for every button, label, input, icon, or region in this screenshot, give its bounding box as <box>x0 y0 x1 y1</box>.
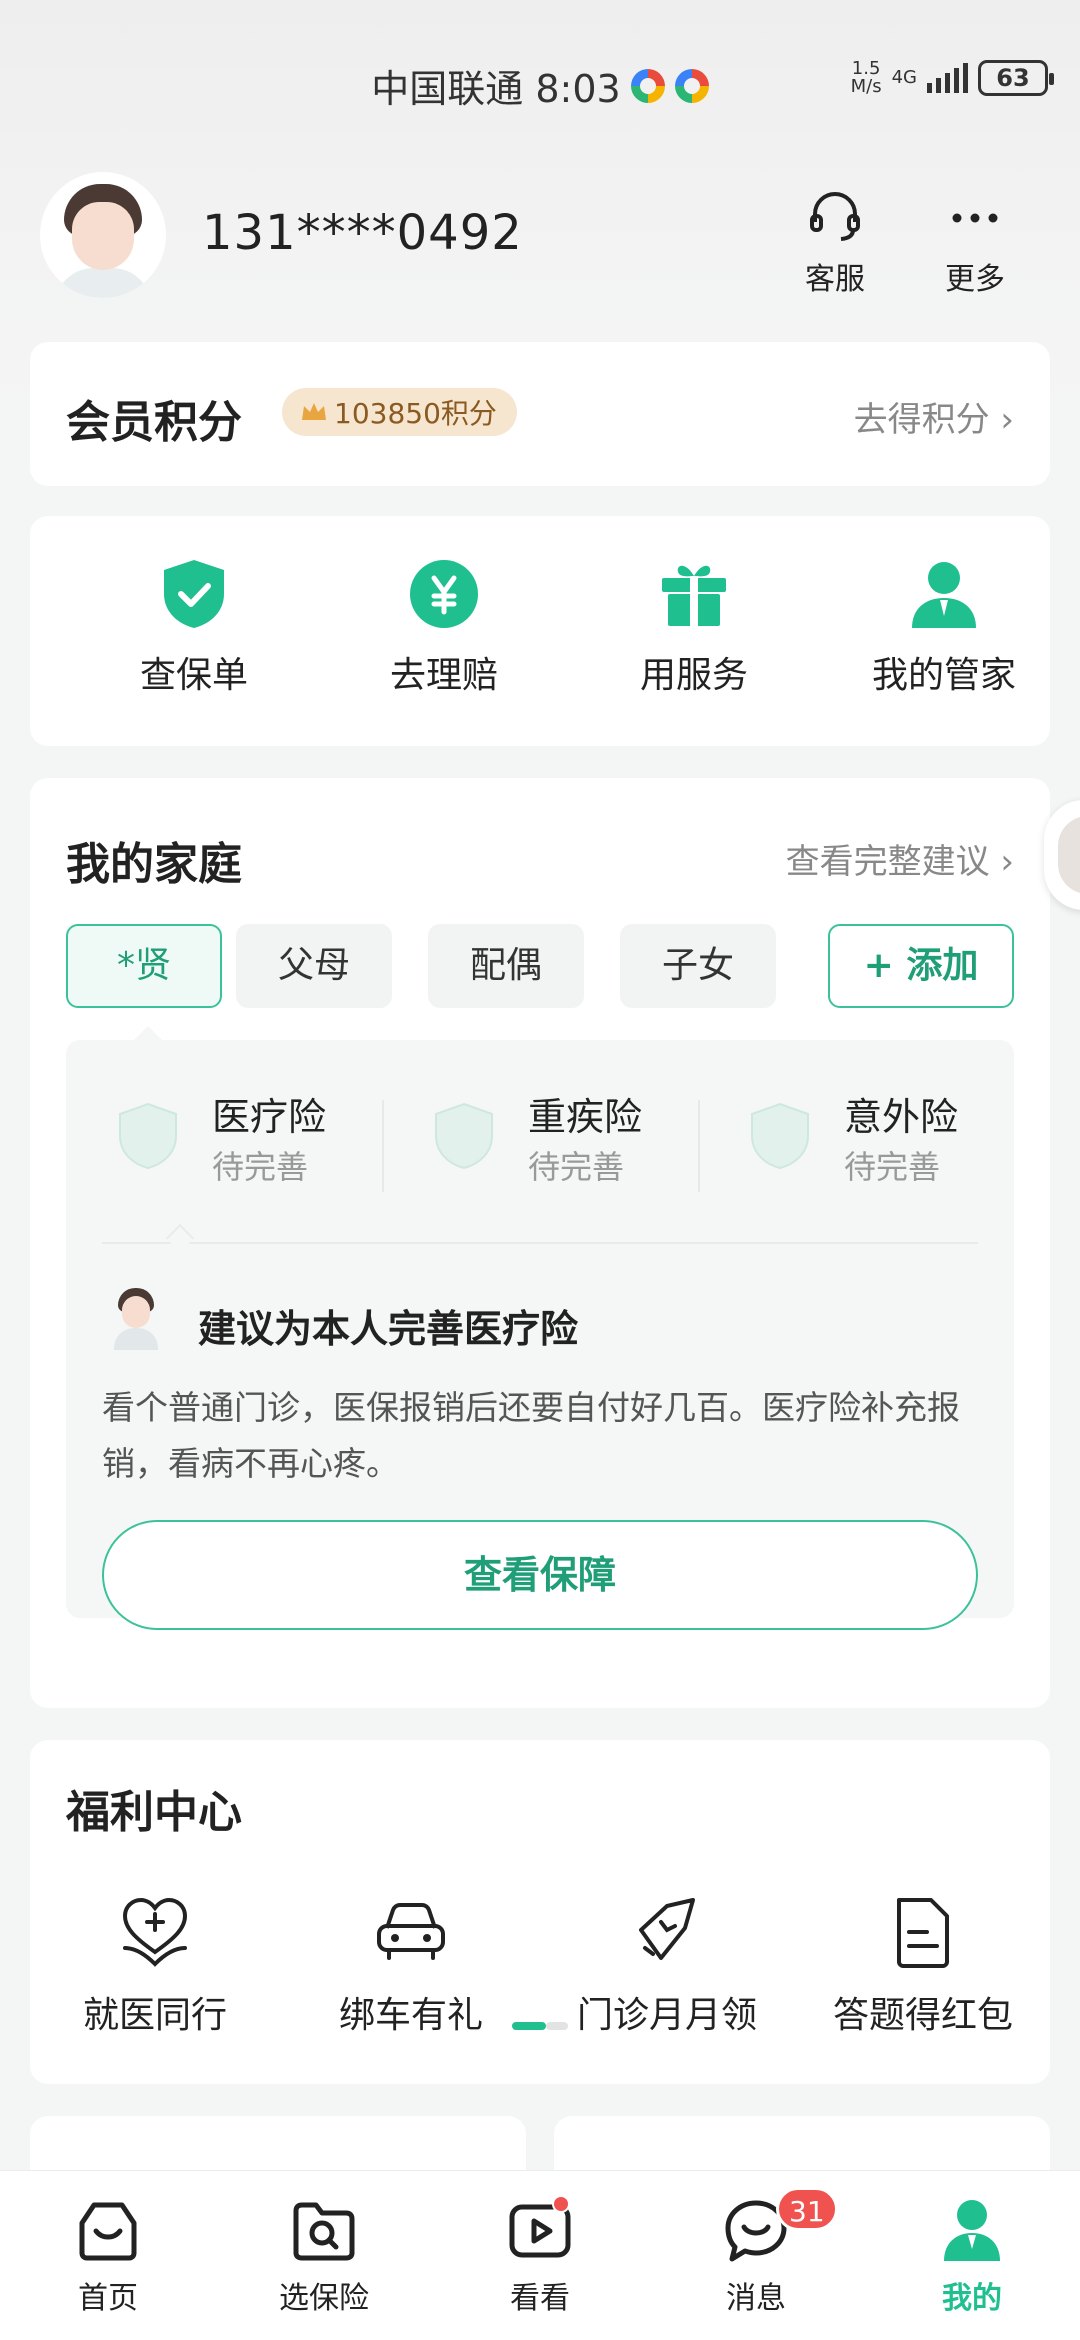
nav-home[interactable]: 首页 <box>28 2195 188 2317</box>
points-badge[interactable]: 103850积分 <box>282 388 517 436</box>
net-type: 4G <box>891 67 917 88</box>
search-folder-icon <box>293 2202 355 2261</box>
qa-check-policy[interactable]: 查保单 <box>84 556 304 698</box>
add-member-button[interactable]: + 添加 <box>828 924 1014 1008</box>
welfare-bind-car[interactable]: 绑车有礼 <box>286 1892 536 2038</box>
ins-medical[interactable]: 医疗险 待完善 <box>66 1080 366 1190</box>
chip-self[interactable]: *贤 <box>66 924 222 1008</box>
nav-watch[interactable]: 看看 <box>460 2195 620 2317</box>
view-coverage-button[interactable]: 查看保障 <box>102 1520 978 1630</box>
chip-parents[interactable]: 父母 <box>236 924 392 1008</box>
yen-circle-icon <box>410 560 478 628</box>
car-icon <box>377 1903 445 1960</box>
avatar[interactable] <box>40 172 166 298</box>
message-count-badge: 31 <box>776 2187 838 2231</box>
shield-icon <box>751 1102 809 1170</box>
qa-claims[interactable]: 去理赔 <box>334 556 554 698</box>
coverage-panel: 医疗险 待完善 重疾险 待完善 意外险 待完善 建议为本人完善医疗险 看个普通门… <box>66 1026 1014 1630</box>
earn-points-link[interactable]: 去得积分 › <box>854 392 1014 441</box>
quick-actions-card: 查保单 去理赔 用服务 我的管家 <box>30 516 1050 746</box>
heart-care-icon <box>122 1897 188 1967</box>
ins-accident[interactable]: 意外险 待完善 <box>698 1080 998 1190</box>
profile-icon <box>944 2200 1000 2261</box>
full-advice-link[interactable]: 查看完整建议 › <box>786 834 1014 883</box>
shield-check-icon <box>164 560 224 628</box>
crown-icon <box>302 403 326 420</box>
chip-children[interactable]: 子女 <box>620 924 776 1008</box>
welfare-monthly-clinic[interactable]: 门诊月月领 <box>542 1892 792 2038</box>
advice-title: 建议为本人完善医疗险 <box>198 1307 579 1351</box>
status-bar: 中国联通 8:03 1.5 M/s 4G 63 <box>0 40 1080 120</box>
service-label: 客服 <box>805 262 865 297</box>
advice-avatar <box>112 1288 160 1350</box>
page-indicator <box>512 2022 568 2030</box>
family-card: 我的家庭 查看完整建议 › *贤 父母 配偶 子女 + 添加 医疗险 待完善 重… <box>30 778 1050 1708</box>
customer-service-button[interactable]: 客服 <box>790 186 880 298</box>
more-button[interactable]: 更多 <box>930 186 1020 298</box>
points-title: 会员积分 <box>66 397 242 448</box>
app-notification-icon <box>630 68 665 103</box>
ins-critical-illness[interactable]: 重疾险 待完善 <box>382 1080 682 1190</box>
welfare-quiz-redpacket[interactable]: 答题得红包 <box>798 1892 1048 2038</box>
app-notification-icon-2 <box>674 68 709 103</box>
nav-select-insurance[interactable]: 选保险 <box>244 2195 404 2317</box>
nav-messages[interactable]: 31 消息 <box>676 2187 838 2317</box>
advice-text: 看个普通门诊，医保报销后还要自付好几百。医疗险补充报销，看病不再心疼。 <box>102 1388 960 1483</box>
star-ticket-icon <box>639 1898 695 1960</box>
more-dots-icon <box>952 213 998 223</box>
shield-icon <box>119 1102 177 1170</box>
bottom-nav: 首页 选保险 看看 31 消息 我的 <box>0 2170 1080 2340</box>
points-card[interactable]: 会员积分 103850积分 去得积分 › <box>30 342 1050 486</box>
phone-number[interactable]: 131****0492 <box>202 205 523 261</box>
carrier-time: 中国联通 8:03 <box>371 67 621 111</box>
more-label: 更多 <box>945 262 1005 297</box>
chip-spouse[interactable]: 配偶 <box>428 924 584 1008</box>
family-title: 我的家庭 <box>66 839 242 890</box>
net-speed: 1.5 M/s <box>850 58 882 97</box>
battery-icon: 63 <box>978 60 1054 96</box>
document-icon <box>897 1898 949 1968</box>
home-icon <box>79 2202 137 2261</box>
welfare-medical-companion[interactable]: 就医同行 <box>30 1892 280 2038</box>
headset-icon <box>810 192 860 241</box>
new-content-dot <box>552 2195 570 2213</box>
gift-icon <box>662 565 726 626</box>
qa-services[interactable]: 用服务 <box>584 556 804 698</box>
butler-icon <box>912 562 976 628</box>
signal-icon <box>927 63 968 93</box>
qa-butler[interactable]: 我的管家 <box>834 556 1054 698</box>
nav-mine[interactable]: 我的 <box>892 2195 1052 2317</box>
welfare-card: 福利中心 就医同行 绑车有礼 门诊月月领 答题得红包 <box>30 1740 1050 2084</box>
shield-icon <box>435 1102 493 1170</box>
welfare-title: 福利中心 <box>66 1787 242 1838</box>
